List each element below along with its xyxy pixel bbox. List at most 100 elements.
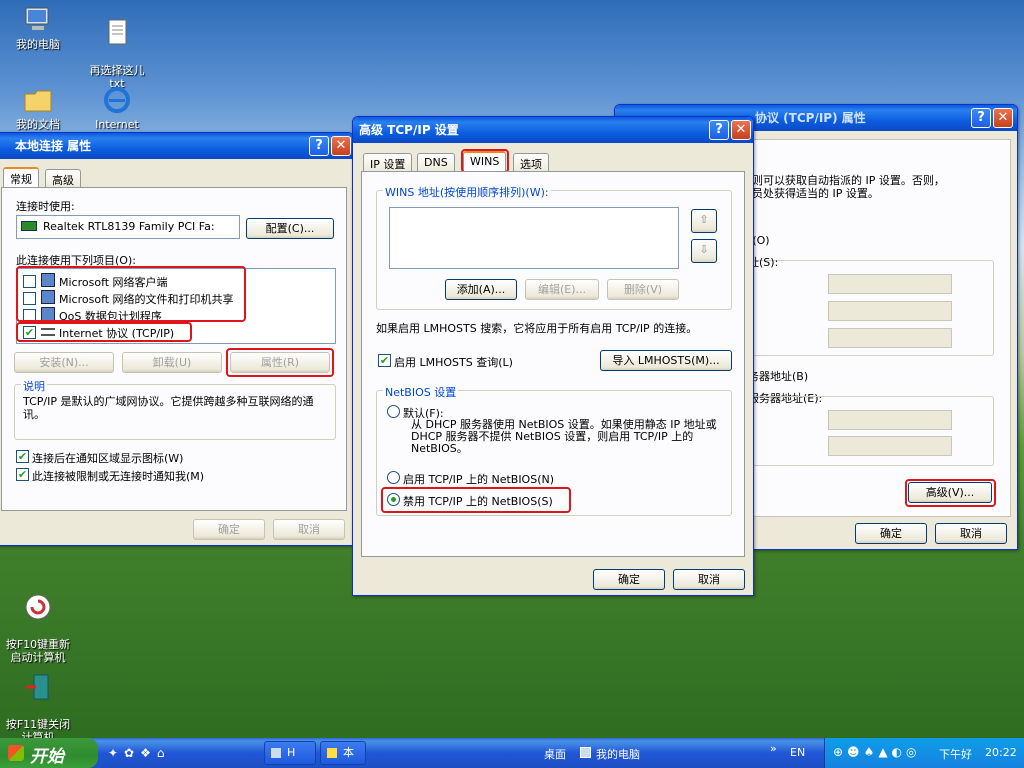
move-down-button[interactable]: ⇩: [691, 239, 717, 263]
radio-default[interactable]: [387, 405, 400, 418]
advanced-tcpip-window: 高级 TCP/IP 设置 ? ✕ IP 设置 DNS WINS 选项 WINS …: [352, 116, 754, 596]
taskbar-item-h[interactable]: H: [264, 741, 316, 765]
shutdown-door-icon: [26, 674, 49, 700]
restart-icon: [25, 594, 51, 620]
cancel-button[interactable]: 取消: [935, 523, 1007, 544]
lmhosts-info-text: 如果启用 LMHOSTS 搜索，它将应用于所有启用 TCP/IP 的连接。: [376, 322, 698, 335]
tab-general[interactable]: 常规: [3, 167, 39, 188]
wins-address-list[interactable]: [389, 207, 679, 269]
taskbar-item-local[interactable]: 本: [320, 741, 366, 765]
task-label: 本: [343, 746, 354, 759]
title-bar: 本地连接 属性 ? ✕: [0, 133, 353, 159]
install-button[interactable]: 安装(N)...: [14, 352, 114, 373]
window-title: 高级 TCP/IP 设置: [359, 123, 459, 137]
window-title: 协议 (TCP/IP) 属性: [755, 111, 866, 125]
quick-launch-icons: ✦✿❖⌂: [108, 746, 171, 760]
highlight-properties: [226, 348, 334, 377]
remove-button[interactable]: 删除(V): [607, 279, 679, 300]
checkbox-enable-lmhosts[interactable]: ✔: [378, 354, 391, 367]
clock[interactable]: 20:22: [985, 746, 1017, 759]
ok-button[interactable]: 确定: [855, 523, 927, 544]
alternate-dns-field[interactable]: [828, 436, 952, 456]
close-button[interactable]: ✕: [331, 136, 351, 156]
ok-button[interactable]: 确定: [593, 569, 665, 590]
desktop-icon-shutdown[interactable]: 按F11键关闭 计算机: [3, 658, 73, 744]
internet-explorer-icon: [104, 87, 130, 113]
desktop-icon-label: 我的电脑: [16, 38, 60, 51]
edit-button[interactable]: 编辑(E)...: [525, 279, 599, 300]
start-button[interactable]: 开始: [0, 738, 98, 768]
tab-advanced[interactable]: 高级: [45, 169, 81, 188]
wins-address-group: WINS 地址(按使用顺序排列)(W): ⇧ ⇩ 添加(A)... 编辑(E).…: [376, 184, 732, 310]
local-connection-properties-window: 本地连接 属性 ? ✕ 常规 高级 连接时使用: Realtek RTL8139…: [0, 132, 354, 546]
default-description: 从 DHCP 服务器使用 NetBIOS 设置。如果使用静态 IP 地址或 DH…: [411, 418, 717, 455]
wins-address-label: WINS 地址(按使用顺序排列)(W):: [383, 184, 551, 200]
window-title: 本地连接 属性: [15, 139, 92, 153]
ip-address-field[interactable]: [828, 274, 952, 294]
info-text-line2: 员处获得适当的 IP 设置。: [752, 187, 879, 200]
notify-label: 此连接被限制或无连接时通知我(M): [32, 470, 205, 483]
checkbox-show-icon[interactable]: ✔: [16, 450, 29, 463]
uninstall-button[interactable]: 卸载(U): [122, 352, 222, 373]
help-button[interactable]: ?: [971, 108, 991, 128]
tcpip-general-panel: 则可以获取自动指派的 IP 设置。否则， 员处获得适当的 IP 设置。 t(O)…: [744, 139, 1011, 517]
folder-icon: [24, 90, 52, 112]
computer-icon: [580, 747, 591, 758]
close-button[interactable]: ✕: [731, 120, 751, 140]
desktop-icon-my-computer[interactable]: 我的电脑: [3, 4, 73, 51]
start-label: 开始: [30, 747, 64, 767]
cancel-button[interactable]: 取消: [673, 569, 745, 590]
configure-button[interactable]: 配置(C)...: [246, 218, 334, 239]
help-button[interactable]: ?: [309, 136, 329, 156]
text-file-icon: [108, 19, 127, 45]
computer-icon: [25, 7, 49, 30]
chevron-right-icon[interactable]: »: [770, 742, 777, 755]
show-icon-label: 连接后在通知区域显示图标(W): [32, 452, 184, 465]
desktop-toolbar-label[interactable]: 桌面: [544, 746, 566, 762]
greeting-label: 下午好: [939, 748, 972, 761]
add-button[interactable]: 添加(A)...: [445, 279, 517, 300]
description-group: 说明 TCP/IP 是默认的广域网协议。它提供跨越多种互联网络的通讯。: [14, 378, 336, 440]
move-up-button[interactable]: ⇧: [691, 209, 717, 233]
highlight-tcpip-item: [16, 322, 192, 342]
highlight-wins-tab: [461, 149, 509, 173]
language-indicator[interactable]: EN: [790, 746, 805, 759]
netbios-title: NetBIOS 设置: [383, 384, 459, 400]
preferred-dns-field[interactable]: [828, 410, 952, 430]
description-title: 说明: [21, 378, 47, 394]
radio-enable-netbios[interactable]: [387, 471, 400, 484]
enable-netbios-label: 启用 TCP/IP 上的 NetBIOS(N): [403, 473, 555, 486]
help-button[interactable]: ?: [709, 120, 729, 140]
adapter-field: Realtek RTL8139 Family PCI Fa:: [16, 215, 240, 239]
dns-auto-label: 务器地址(B): [748, 370, 809, 383]
connect-using-label: 连接时使用:: [16, 200, 75, 213]
desktop-icon-restart[interactable]: 按F10键重新 启动计算机: [3, 578, 73, 664]
network-icon: [327, 748, 337, 758]
ok-button[interactable]: 确定: [193, 519, 265, 540]
mycomputer-toolbar-label[interactable]: 我的电脑: [596, 746, 640, 762]
taskbar: 开始 ✦✿❖⌂ H 本 桌面 我的电脑 » EN ⊕☻♠▲◐◎ 下午好 20:2…: [0, 738, 1024, 768]
desktop-icon-txt-file[interactable]: 再选择这儿 txt: [82, 4, 152, 90]
cancel-button[interactable]: 取消: [273, 519, 345, 540]
general-panel: 连接时使用: Realtek RTL8139 Family PCI Fa: 配置…: [1, 187, 347, 511]
import-lmhosts-button[interactable]: 导入 LMHOSTS(M)...: [600, 350, 732, 371]
desktop-icon-my-documents[interactable]: 我的文档: [3, 84, 73, 131]
tab-options[interactable]: 选项: [513, 153, 549, 172]
checkbox-notify[interactable]: ✔: [16, 468, 29, 481]
window-icon: [271, 748, 281, 758]
wins-panel: WINS 地址(按使用顺序排列)(W): ⇧ ⇩ 添加(A)... 编辑(E).…: [361, 171, 745, 557]
enable-lmhosts-label: 启用 LMHOSTS 查询(L): [394, 356, 513, 369]
title-bar: 高级 TCP/IP 设置 ? ✕: [353, 117, 753, 143]
tray-icons: ⊕☻♠▲◐◎: [833, 745, 921, 759]
desktop-icon-label: Internet: [95, 118, 139, 131]
desktop-icon-internet[interactable]: Internet: [82, 84, 152, 131]
gateway-field[interactable]: [828, 328, 952, 348]
network-card-icon: [21, 221, 37, 231]
close-button[interactable]: ✕: [993, 108, 1013, 128]
windows-logo-icon: [8, 745, 24, 761]
tab-dns[interactable]: DNS: [417, 153, 455, 172]
task-label: H: [287, 746, 296, 759]
highlight-unchecked-items: [16, 266, 246, 322]
tab-ip-settings[interactable]: IP 设置: [363, 153, 413, 172]
subnet-mask-field[interactable]: [828, 301, 952, 321]
